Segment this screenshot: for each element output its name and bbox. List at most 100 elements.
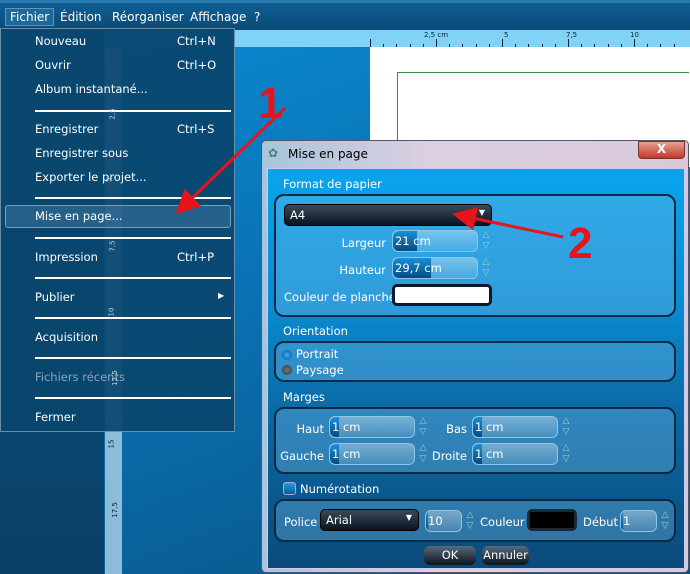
top-margin-input[interactable]: 1 cm (329, 416, 415, 438)
left-margin-label: Gauche (280, 449, 324, 463)
start-value: 1 (623, 514, 631, 528)
height-input[interactable]: 29,7 cm (392, 257, 478, 279)
width-label: Largeur (341, 236, 386, 250)
ruler-label: 15 (107, 439, 116, 449)
menu-reorganiser[interactable]: Réorganiser (112, 10, 184, 24)
separator (35, 237, 231, 239)
menu-affichage[interactable]: Affichage (190, 10, 246, 24)
menu-item-publier[interactable]: Publier (35, 290, 75, 304)
cancel-button[interactable]: Annuler (482, 546, 529, 565)
ruler-label: 7,5 (108, 240, 117, 252)
ruler-label: 17,5 (110, 502, 119, 518)
section-margins: Marges (283, 390, 325, 404)
chevron-down-icon: ▼ (478, 208, 485, 217)
bottom-margin-value: 1 cm (475, 420, 504, 434)
separator (35, 357, 231, 359)
height-value: 29,7 cm (395, 261, 442, 275)
left-margin-value: 1 cm (332, 447, 361, 461)
width-stepper[interactable]: △ ▽ (480, 230, 492, 252)
right-margin-input[interactable]: 1 cm (472, 443, 558, 465)
shortcut: Ctrl+N (177, 34, 216, 48)
close-button[interactable]: X (638, 141, 685, 159)
start-stepper[interactable]: △ ▽ (659, 510, 671, 532)
menu-item-acquisition[interactable]: Acquisition (35, 330, 98, 344)
height-stepper[interactable]: △ ▽ (480, 257, 492, 279)
separator (35, 397, 231, 399)
height-label: Hauteur (339, 263, 386, 277)
shortcut: Ctrl+O (177, 58, 217, 72)
portrait-radio[interactable] (282, 350, 292, 360)
close-icon: X (656, 142, 667, 156)
menu-item-enregistrer[interactable]: Enregistrer (35, 122, 98, 136)
menu-help[interactable]: ? (254, 10, 260, 24)
menu-edition[interactable]: Édition (60, 10, 102, 24)
top-margin-label: Haut (296, 422, 325, 436)
font-size-input[interactable]: 10 (425, 510, 462, 532)
start-input[interactable]: 1 (620, 510, 657, 532)
numbering-color-label: Couleur (480, 515, 525, 529)
ruler-label: 2,5 cm (424, 31, 449, 39)
ruler-label: 10 (630, 31, 639, 39)
ruler-tick (634, 39, 635, 47)
menu-item-ouvrir[interactable]: Ouvrir (35, 58, 71, 72)
menu-bar: Fichier Édition Réorganiser Affichage ? (0, 0, 690, 30)
ruler-tick (436, 39, 437, 47)
paper-format-value: A4 (290, 208, 306, 222)
dialog-title: Mise en page (288, 147, 368, 161)
shortcut: Ctrl+P (177, 250, 215, 264)
orientation-group: Portrait Paysage (274, 341, 676, 382)
board-color-label: Couleur de planche (284, 290, 396, 304)
bottom-margin-stepper[interactable]: △ ▽ (560, 416, 572, 438)
top-margin-value: 1 cm (332, 420, 361, 434)
ruler-tick (568, 39, 569, 47)
separator (35, 197, 231, 199)
ruler-tick (502, 39, 503, 47)
menu-item-enregistrer-sous[interactable]: Enregistrer sous (35, 146, 128, 160)
dialog-titlebar[interactable]: ✿ Mise en page X (262, 141, 688, 167)
ruler-label: 5 (105, 177, 114, 183)
menu-item-album[interactable]: Album instantané... (35, 82, 148, 96)
separator (35, 317, 231, 319)
menu-item-nouveau[interactable]: Nouveau (35, 34, 86, 48)
menu-item-impression[interactable]: Impression (35, 250, 98, 264)
numbering-checkbox[interactable] (283, 482, 296, 495)
section-orientation: Orientation (283, 324, 348, 338)
horizontal-ruler: 2,5 cm 5 7,5 10 (234, 30, 690, 47)
menu-fichier[interactable]: Fichier (5, 8, 55, 26)
right-margin-stepper[interactable]: △ ▽ (560, 443, 572, 465)
board-color-swatch[interactable] (392, 284, 492, 306)
ok-button[interactable]: OK (424, 546, 476, 565)
font-value: Arial (326, 513, 353, 527)
portrait-label[interactable]: Portrait (296, 347, 338, 361)
menu-item-fermer[interactable]: Fermer (35, 410, 76, 424)
menu-item-exporter[interactable]: Exporter le projet... (35, 170, 147, 184)
step-1-label: 1 (258, 79, 282, 128)
ruler-label: 2,5 (108, 108, 117, 120)
right-margin-label: Droite (431, 449, 467, 463)
landscape-label[interactable]: Paysage (296, 363, 344, 377)
app-icon: ✿ (268, 146, 279, 160)
ruler-label: 10 (107, 307, 116, 317)
landscape-radio[interactable] (282, 365, 292, 375)
width-input[interactable]: 21 cm (392, 230, 478, 252)
bottom-margin-label: Bas (446, 422, 467, 436)
font-size-value: 10 (428, 514, 443, 528)
chevron-down-icon: ▼ (405, 513, 412, 522)
margins-group: Haut 1 cm △ ▽ Bas 1 cm △ ▽ Gauche 1 cm △ ▽ … (274, 407, 676, 474)
ruler-label: 12,5 (110, 370, 119, 386)
separator (35, 277, 231, 279)
section-paper: Format de papier (283, 177, 382, 191)
separator (35, 110, 231, 112)
menu-item-mise-en-page-label[interactable]: Mise en page... (35, 209, 123, 223)
paper-format-select[interactable]: A4 ▼ (284, 204, 492, 226)
font-label: Police (284, 515, 318, 529)
bottom-margin-input[interactable]: 1 cm (472, 416, 558, 438)
ruler-label: 5 (504, 31, 509, 39)
numbering-label[interactable]: Numérotation (300, 482, 379, 496)
ruler-label: 7,5 (566, 31, 578, 39)
font-select[interactable]: Arial ▼ (320, 509, 419, 531)
submenu-arrow-icon: ▶ (218, 291, 225, 300)
numbering-color-swatch[interactable] (527, 509, 577, 531)
font-size-stepper[interactable]: △ ▽ (464, 510, 476, 532)
left-margin-input[interactable]: 1 cm (329, 443, 415, 465)
